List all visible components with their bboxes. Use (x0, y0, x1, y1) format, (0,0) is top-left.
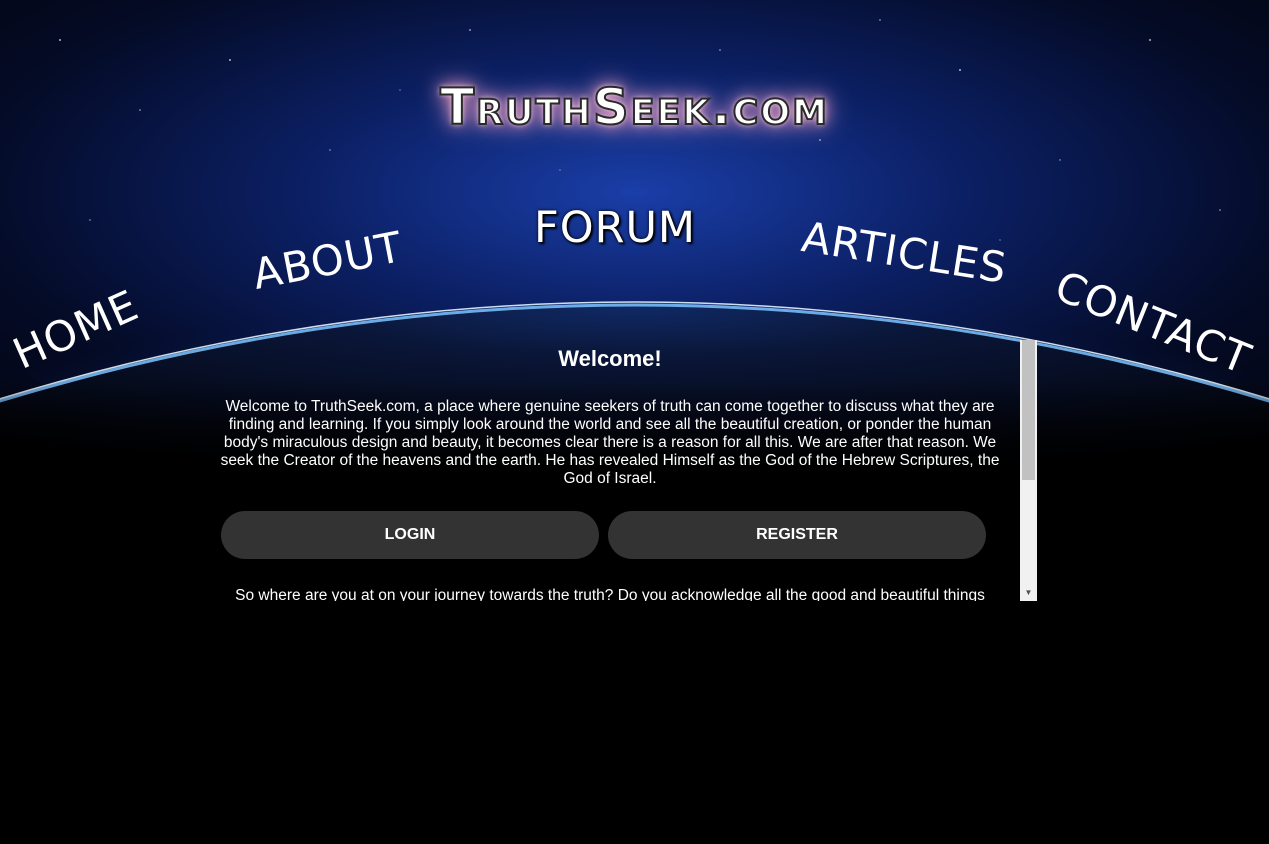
welcome-panel-scrollbar[interactable]: ▼ (1020, 340, 1037, 601)
auth-button-row: LOGIN REGISTER (200, 511, 1020, 559)
login-button[interactable]: LOGIN (221, 511, 599, 559)
caret-down-icon[interactable]: ▼ (1020, 584, 1037, 601)
register-button[interactable]: REGISTER (608, 511, 986, 559)
welcome-content: Welcome! Welcome to TruthSeek.com, a pla… (200, 340, 1020, 601)
nav-forum-link[interactable]: FORUM (534, 203, 696, 253)
welcome-paragraph: Welcome to TruthSeek.com, a place where … (220, 398, 1000, 487)
scrollbar-thumb[interactable] (1022, 340, 1035, 480)
site-logo[interactable]: TruthSeek.com (0, 77, 1269, 137)
page: TruthSeek.com HOME ABOUT FORUM ARTICLES … (0, 0, 1269, 844)
welcome-title: Welcome! (558, 346, 662, 371)
journey-paragraph: So where are you at on your journey towa… (235, 587, 985, 601)
welcome-panel: Welcome! Welcome to TruthSeek.com, a pla… (200, 340, 1037, 601)
